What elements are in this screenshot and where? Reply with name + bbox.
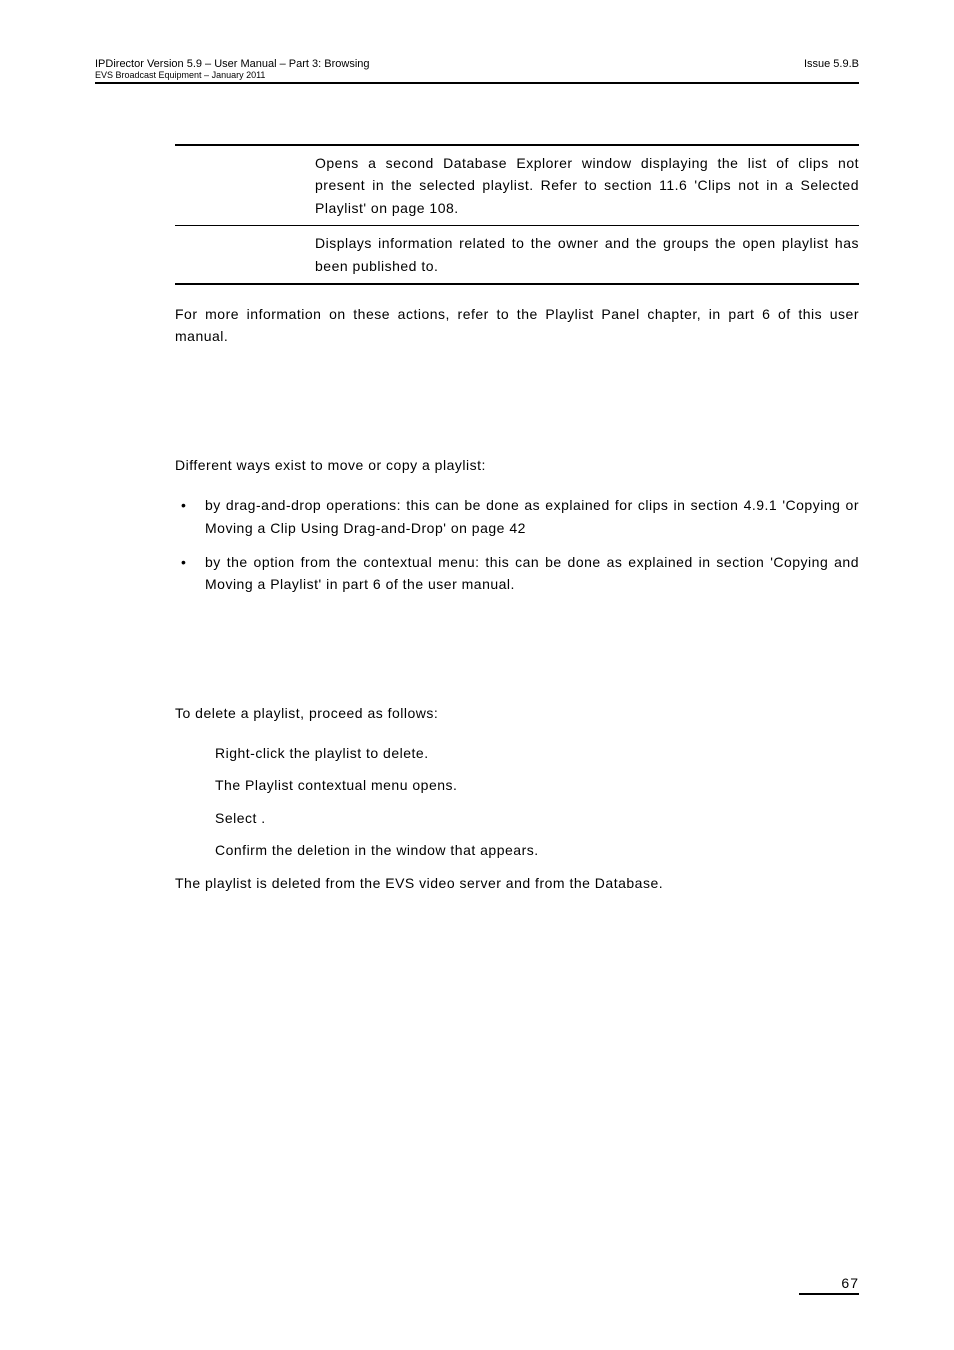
table-cell-left [175, 232, 315, 277]
page-container: IPDirector Version 5.9 – User Manual – P… [0, 0, 954, 1350]
main-content: Opens a second Database Explorer window … [175, 144, 859, 894]
step-text: The Playlist contextual menu opens. [215, 774, 859, 796]
section-heading-copy [175, 402, 859, 428]
step-text: Select . [215, 807, 859, 829]
paragraph: Different ways exist to move or copy a p… [175, 454, 859, 476]
table-row: Opens a second Database Explorer window … [175, 146, 859, 225]
header-left: IPDirector Version 5.9 – User Manual – P… [95, 58, 370, 80]
actions-table: Opens a second Database Explorer window … [175, 144, 859, 285]
header-issue: Issue 5.9.B [804, 58, 859, 70]
paragraph: For more information on these actions, r… [175, 303, 859, 348]
table-row: Displays information related to the owne… [175, 226, 859, 283]
step-text: Right-click the playlist to delete. [215, 742, 859, 764]
table-cell-left [175, 152, 315, 219]
page-header: IPDirector Version 5.9 – User Manual – P… [95, 58, 859, 80]
list-item: by the option from the contextual menu: … [175, 551, 859, 596]
table-cell-right: Opens a second Database Explorer window … [315, 152, 859, 219]
header-rule [95, 82, 859, 84]
paragraph: To delete a playlist, proceed as follows… [175, 702, 859, 724]
steps-block: Right-click the playlist to delete. The … [215, 742, 859, 862]
list-item: by drag-and-drop operations: this can be… [175, 494, 859, 539]
page-footer: 67 [799, 1275, 859, 1295]
section-heading-delete [175, 650, 859, 676]
table-cell-right: Displays information related to the owne… [315, 232, 859, 277]
bullet-list: by drag-and-drop operations: this can be… [175, 494, 859, 596]
header-title: IPDirector Version 5.9 – User Manual – P… [95, 58, 370, 70]
step-text: Confirm the deletion in the window that … [215, 839, 859, 861]
header-subtitle: EVS Broadcast Equipment – January 2011 [95, 70, 370, 80]
paragraph: The playlist is deleted from the EVS vid… [175, 872, 859, 894]
footer-rule [799, 1293, 859, 1295]
divider [175, 283, 859, 285]
page-number: 67 [799, 1275, 859, 1291]
